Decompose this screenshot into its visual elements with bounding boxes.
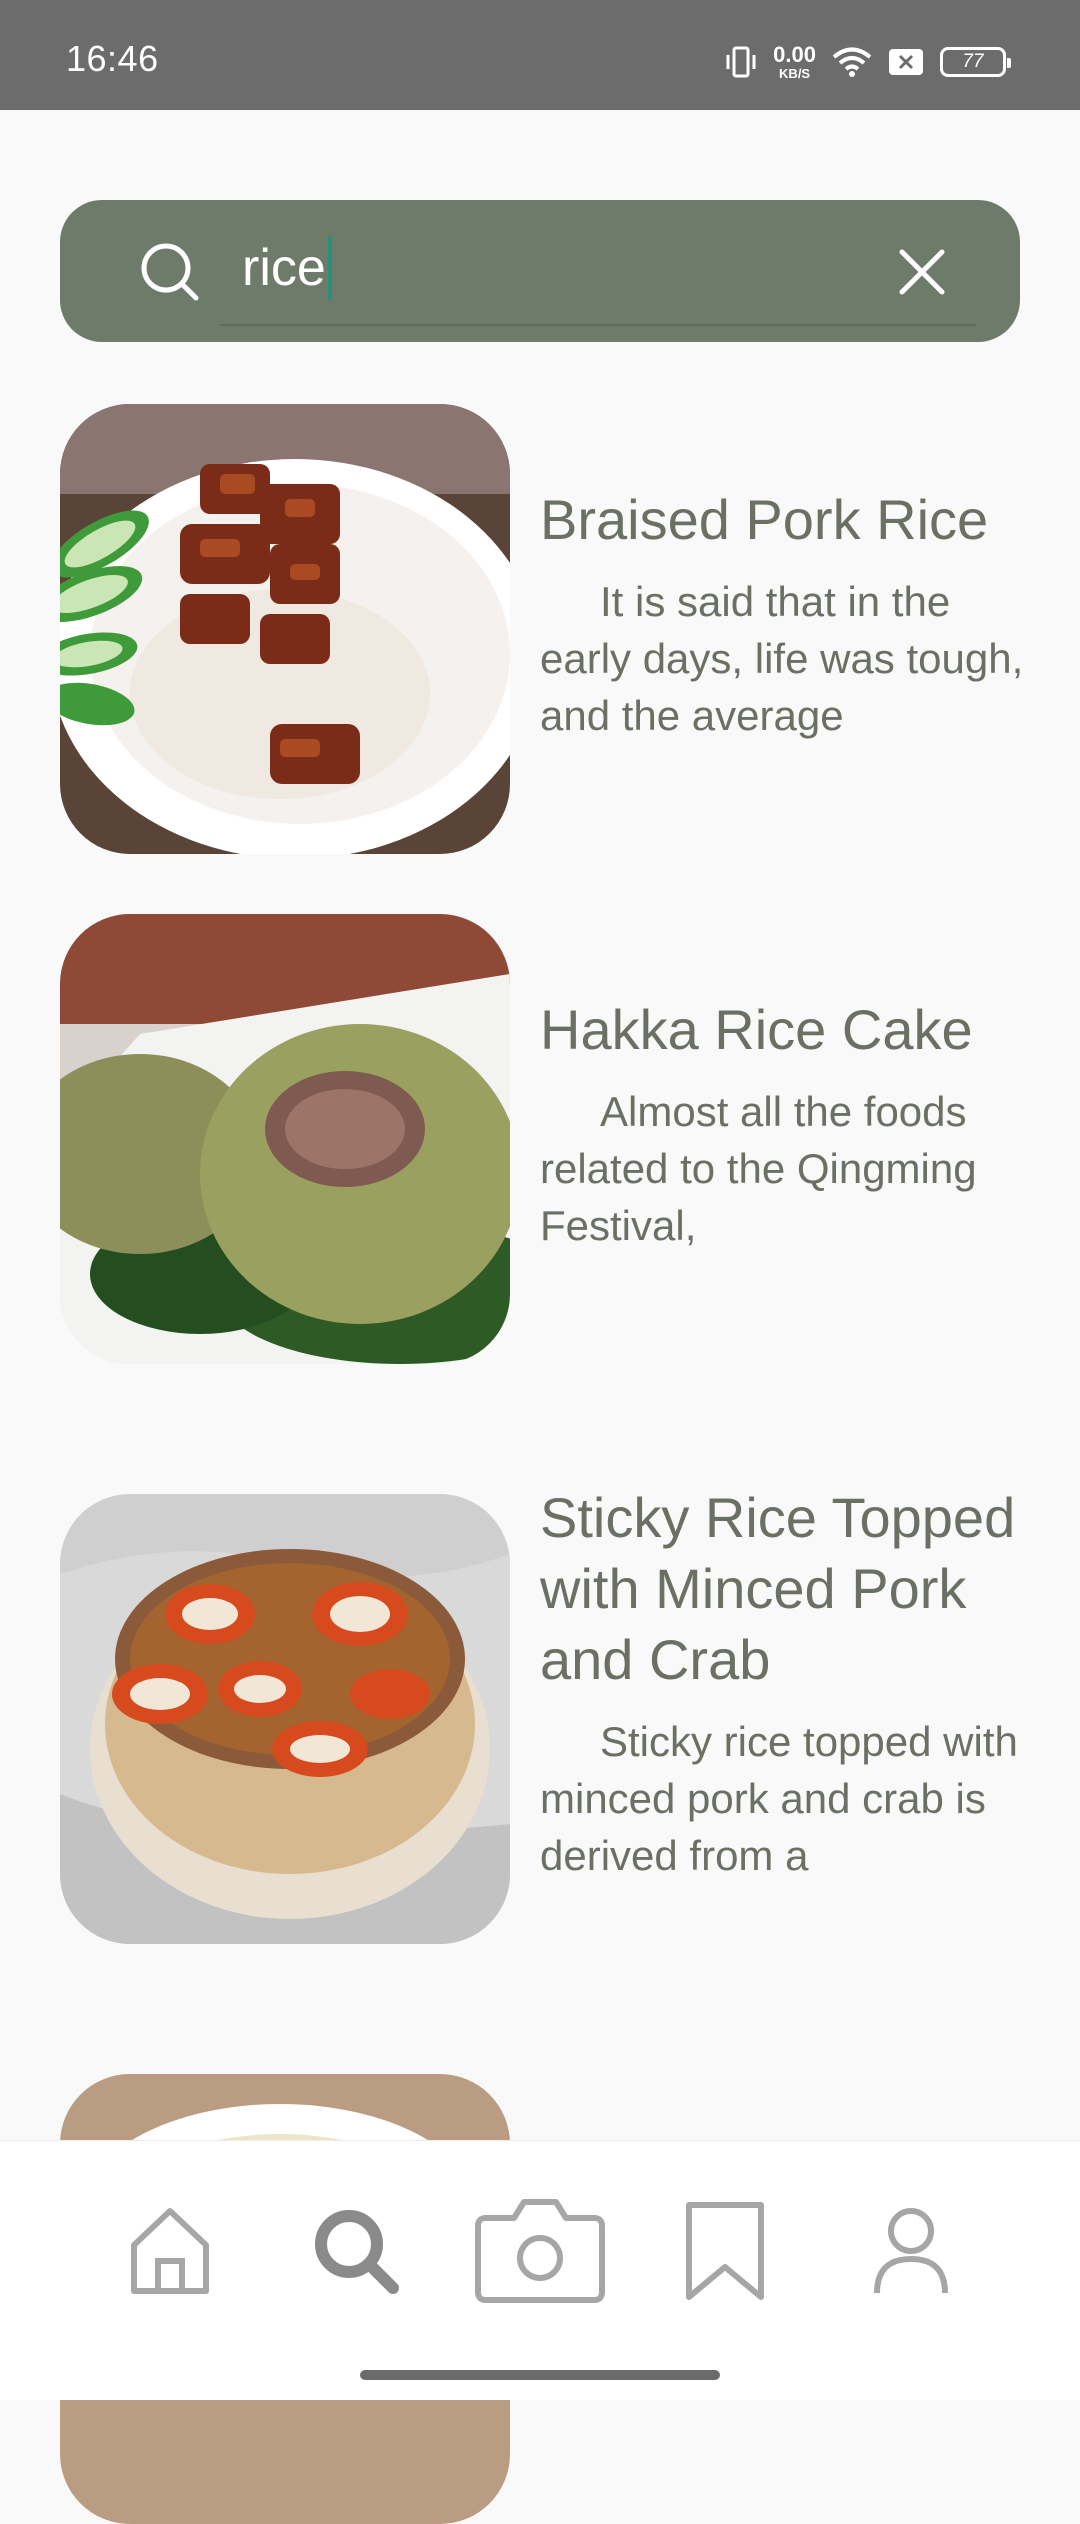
dish-title: Braised Pork Rice — [540, 488, 989, 551]
bottom-nav — [0, 2140, 1080, 2400]
search-underline — [220, 324, 976, 326]
close-icon[interactable] — [896, 246, 948, 298]
network-speed-value: 0.00 — [773, 42, 816, 67]
network-speed: 0.00 KB/S — [773, 42, 816, 81]
network-speed-unit: KB/S — [779, 66, 811, 81]
home-icon — [131, 2208, 209, 2294]
vibrate-icon — [726, 46, 756, 78]
dish-image — [60, 1494, 510, 1944]
bookmark-icon — [686, 2202, 764, 2300]
profile-icon — [874, 2208, 948, 2294]
nav-bookmarks[interactable] — [680, 2191, 770, 2311]
status-icons: 0.00 KB/S 77 — [725, 40, 1011, 84]
sim-blocked-icon — [889, 49, 923, 75]
dish-title: Hakka Rice Cake — [540, 998, 973, 1061]
battery-indicator: 77 — [940, 47, 1011, 77]
home-indicator[interactable] — [360, 2370, 720, 2380]
dish-description: Sticky rice topped with minced pork and … — [540, 1718, 1018, 1879]
text-caret — [327, 236, 332, 300]
result-info: Sticky Rice Topped with Minced Pork and … — [540, 1486, 1030, 1884]
nav-camera[interactable] — [472, 2191, 608, 2311]
nav-profile[interactable] — [866, 2191, 956, 2311]
search-query: rice — [242, 239, 326, 297]
status-time: 16:46 — [66, 38, 159, 79]
result-info: Braised Pork Rice It is said that in the… — [540, 404, 1030, 744]
dish-image — [60, 914, 510, 1364]
status-bar: 16:46 0.00 KB/S 77 — [0, 0, 1080, 110]
dish-title: Sticky Rice Topped with Minced Pork and … — [540, 1486, 1016, 1691]
search-icon — [315, 2210, 399, 2294]
dish-description: Almost all the foods related to the Qing… — [540, 1088, 977, 1249]
search-icon — [141, 243, 199, 301]
search-input[interactable]: rice — [242, 236, 332, 300]
wifi-icon — [832, 47, 872, 77]
camera-icon — [475, 2199, 605, 2303]
search-bar[interactable]: rice — [60, 200, 1020, 342]
dish-image — [60, 404, 510, 854]
nav-search[interactable] — [306, 2191, 406, 2311]
result-info: Hakka Rice Cake Almost all the foods rel… — [540, 914, 1030, 1254]
dish-description: It is said that in the early days, life … — [540, 578, 1024, 739]
nav-home[interactable] — [120, 2191, 220, 2311]
